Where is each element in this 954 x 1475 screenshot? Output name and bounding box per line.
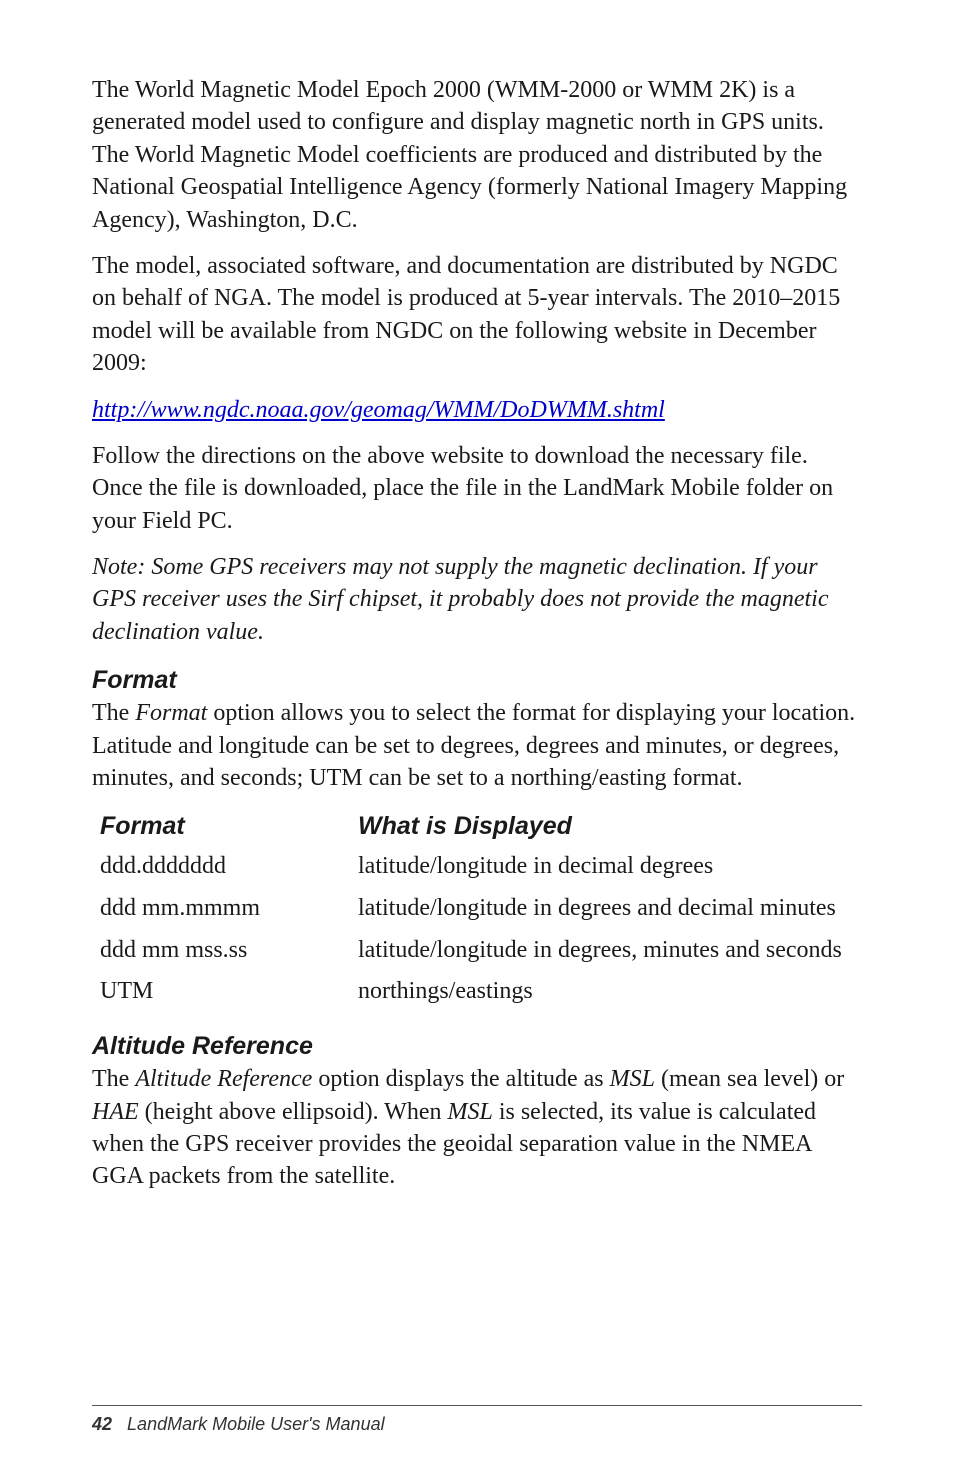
italic-msl: MSL: [610, 1066, 655, 1092]
cell-format: UTM: [92, 972, 350, 1014]
page-number: 42: [92, 1414, 112, 1434]
paragraph-wmm-intro: The World Magnetic Model Epoch 2000 (WMM…: [92, 74, 862, 236]
text: The: [92, 700, 135, 726]
paragraph-format-intro: The Format option allows you to select t…: [92, 697, 862, 794]
heading-format: Format: [92, 666, 862, 695]
format-table: Format What is Displayed ddd.ddddddd lat…: [92, 808, 862, 1014]
text: option displays the altitude as: [312, 1066, 609, 1092]
footer-title: LandMark Mobile User's Manual: [127, 1414, 385, 1434]
text: option allows you to select the format f…: [92, 700, 855, 791]
ngdc-link[interactable]: http://www.ngdc.noaa.gov/geomag/WMM/DoDW…: [92, 397, 665, 423]
note-magnetic-declination: Note: Some GPS receivers may not supply …: [92, 551, 862, 648]
cell-desc: latitude/longitude in degrees, minutes a…: [350, 931, 862, 973]
table-row: UTM northings/eastings: [92, 972, 862, 1014]
th-what-displayed: What is Displayed: [350, 808, 862, 847]
link-paragraph: http://www.ngdc.noaa.gov/geomag/WMM/DoDW…: [92, 394, 862, 426]
table-row: ddd mm mss.ss latitude/longitude in degr…: [92, 931, 862, 973]
paragraph-model-distribution: The model, associated software, and docu…: [92, 250, 862, 380]
paragraph-altitude-reference: The Altitude Reference option displays t…: [92, 1063, 862, 1193]
table-header-row: Format What is Displayed: [92, 808, 862, 847]
cell-desc: latitude/longitude in decimal degrees: [350, 847, 862, 889]
cell-format: ddd mm.mmmm: [92, 889, 350, 931]
page-footer: 42 LandMark Mobile User's Manual: [92, 1405, 862, 1435]
format-italic: Format: [135, 700, 207, 726]
italic-msl-2: MSL: [447, 1099, 492, 1125]
cell-format: ddd.ddddddd: [92, 847, 350, 889]
text: (height above ellipsoid). When: [139, 1099, 448, 1125]
cell-format: ddd mm mss.ss: [92, 931, 350, 973]
heading-altitude-reference: Altitude Reference: [92, 1032, 862, 1061]
paragraph-download-directions: Follow the directions on the above websi…: [92, 440, 862, 537]
text: The: [92, 1066, 135, 1092]
text: (mean sea level) or: [655, 1066, 844, 1092]
cell-desc: latitude/longitude in degrees and decima…: [350, 889, 862, 931]
table-row: ddd mm.mmmm latitude/longitude in degree…: [92, 889, 862, 931]
table-row: ddd.ddddddd latitude/longitude in decima…: [92, 847, 862, 889]
th-format: Format: [92, 808, 350, 847]
italic-altitude-reference: Altitude Reference: [135, 1066, 312, 1092]
cell-desc: northings/eastings: [350, 972, 862, 1014]
italic-hae: HAE: [92, 1099, 139, 1125]
